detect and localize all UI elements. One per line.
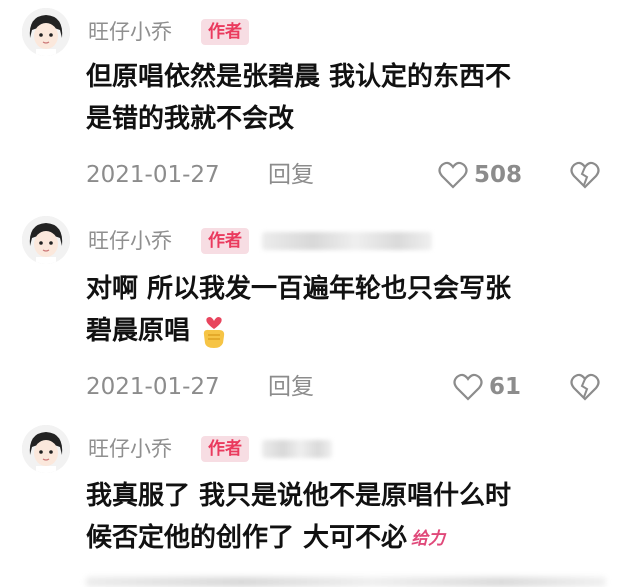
comment-date: 2021-01-27 <box>86 162 220 188</box>
heart-icon[interactable] <box>453 373 483 401</box>
author-badge: 作者 <box>201 228 249 254</box>
heart-icon[interactable] <box>438 161 468 189</box>
geili-sticker: 给力 <box>411 528 446 549</box>
redacted-text <box>262 440 332 458</box>
avatar-image <box>22 216 70 264</box>
comment-item: 旺仔小乔 作者 对啊 所以我发一百遍年轮也只会写张 碧晨原唱 2021-01-2… <box>0 205 640 405</box>
comment-text-line: 是错的我就不会改 <box>86 104 295 134</box>
comment-text-segment: 候否定他的创作了 大可不必 <box>86 523 408 553</box>
hand-heart-emoji-icon <box>203 316 225 348</box>
avatar[interactable] <box>22 425 70 473</box>
avatar-image <box>22 8 70 56</box>
avatar[interactable] <box>22 8 70 56</box>
redacted-text <box>262 232 432 250</box>
comment-item: 旺仔小乔 作者 我真服了 我只是说他不是原唱什么时 候否定他的创作了 大可不必给… <box>0 415 640 587</box>
comment-text-line: 碧晨原唱 <box>86 310 616 352</box>
cut-off-meta-row <box>86 577 606 587</box>
like-count: 61 <box>489 374 522 400</box>
comment-text: 对啊 所以我发一百遍年轮也只会写张 碧晨原唱 <box>86 268 616 352</box>
like-count: 508 <box>474 162 523 188</box>
comment-text: 但原唱依然是张碧晨 我认定的东西不 是错的我就不会改 <box>86 56 616 140</box>
avatar-image <box>22 425 70 473</box>
username[interactable]: 旺仔小乔 <box>88 436 172 462</box>
author-badge: 作者 <box>201 19 249 45</box>
comment-item: 旺仔小乔 作者 但原唱依然是张碧晨 我认定的东西不 是错的我就不会改 2021-… <box>0 0 640 200</box>
comment-text-line: 对啊 所以我发一百遍年轮也只会写张 <box>86 274 512 304</box>
username[interactable]: 旺仔小乔 <box>88 228 172 254</box>
comment-text-line: 候否定他的创作了 大可不必 给力 <box>86 517 616 560</box>
reply-button[interactable]: 回复 <box>268 372 314 402</box>
author-badge: 作者 <box>201 436 249 462</box>
comment-text-segment: 碧晨原唱 <box>86 316 191 346</box>
comment-text-line: 但原唱依然是张碧晨 我认定的东西不 <box>86 62 512 92</box>
comment-text-line: 我真服了 我只是说他不是原唱什么时 <box>86 481 512 511</box>
broken-heart-icon[interactable] <box>570 373 600 401</box>
comment-date: 2021-01-27 <box>86 374 220 400</box>
comment-text: 我真服了 我只是说他不是原唱什么时 候否定他的创作了 大可不必 给力 <box>86 475 616 560</box>
reply-button[interactable]: 回复 <box>268 160 314 190</box>
avatar[interactable] <box>22 216 70 264</box>
broken-heart-icon[interactable] <box>570 161 600 189</box>
username[interactable]: 旺仔小乔 <box>88 19 172 45</box>
